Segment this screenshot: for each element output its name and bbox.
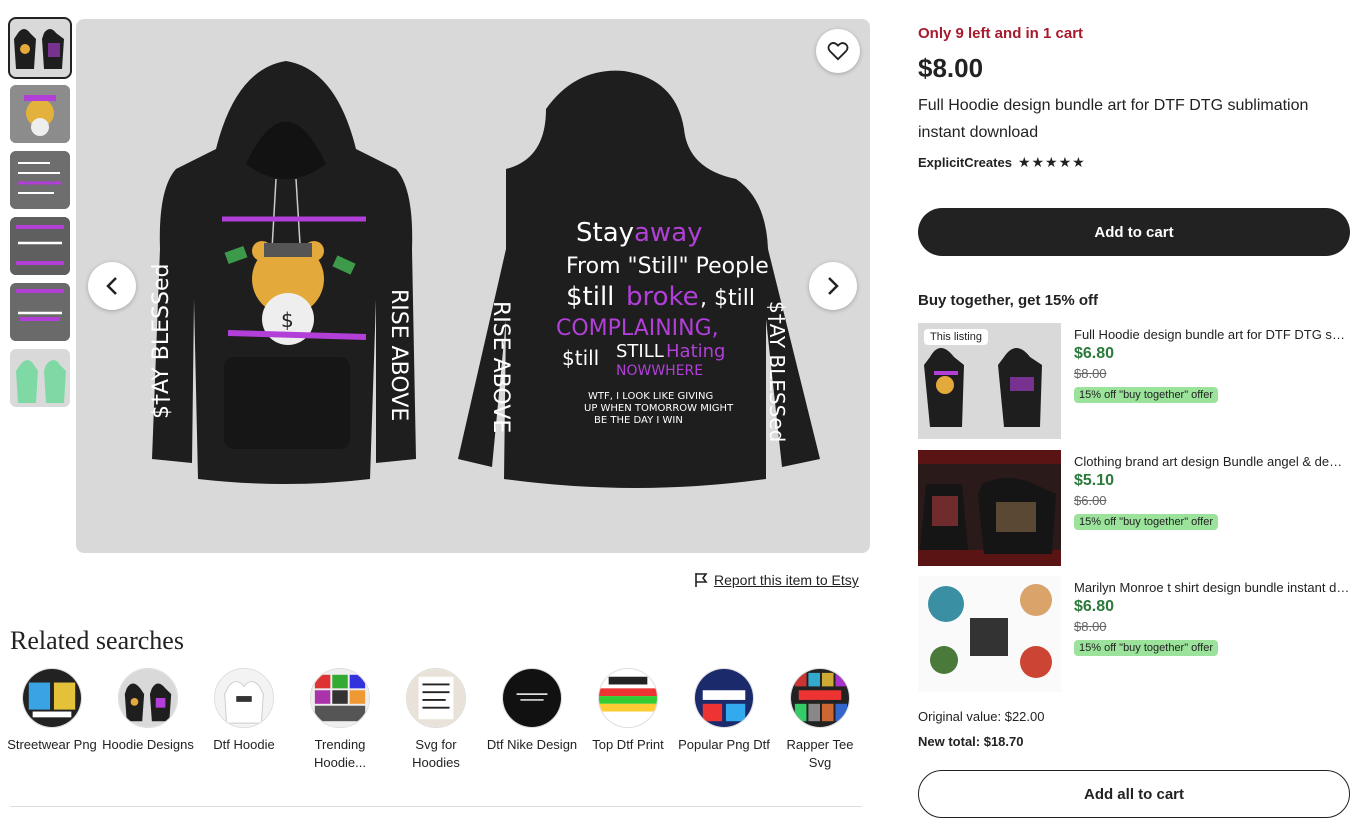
related-search-label: Trending Hoodie... xyxy=(313,737,367,770)
bundle-item-image xyxy=(918,576,1061,692)
related-search-image xyxy=(118,668,178,728)
thumbnail-3[interactable] xyxy=(10,151,70,209)
related-search-label: Svg for Hoodies xyxy=(412,737,460,770)
svg-text:$†AY BLESSed: $†AY BLESSed xyxy=(149,264,174,419)
product-price: $8.00 xyxy=(918,53,984,83)
thumbnail-6[interactable] xyxy=(10,349,70,407)
bundle-item-image xyxy=(918,450,1061,566)
thumbnail-1[interactable] xyxy=(8,17,72,79)
related-search-image xyxy=(310,668,370,728)
original-value: Original value: $22.00 xyxy=(918,709,1045,724)
related-search-item[interactable]: Top Dtf Print xyxy=(580,668,676,772)
related-search-item[interactable]: Dtf Nike Design xyxy=(484,668,580,772)
svg-text:$till: $till xyxy=(566,282,614,312)
bundle-offer-badge: 15% off "buy together" offer xyxy=(1074,640,1218,656)
svg-text:BE THE DAY I WIN: BE THE DAY I WIN xyxy=(594,415,683,426)
related-search-item[interactable]: Dtf Hoodie xyxy=(196,668,292,772)
new-total: New total: $18.70 xyxy=(918,734,1024,749)
related-search-image xyxy=(790,668,850,728)
related-search-label: Hoodie Designs xyxy=(102,737,194,752)
related-search-item[interactable]: Rapper Tee Svg xyxy=(772,668,868,772)
related-search-label: Dtf Hoodie xyxy=(213,737,275,752)
bundle-item-name: Clothing brand art design Bundle angel &… xyxy=(1074,454,1352,469)
hoodie-front: $ $†AY BLESSed RISE ABOVE xyxy=(149,61,416,484)
bundle-title: Buy together, get 15% off xyxy=(918,292,1099,309)
stock-note: Only 9 left and in 1 cart xyxy=(918,25,1084,42)
product-title: Full Hoodie design bundle art for DTF DT… xyxy=(918,97,1309,141)
bundle-offer-badge: 15% off "buy together" offer xyxy=(1074,514,1218,530)
svg-text:Hating: Hating xyxy=(666,341,725,362)
heart-icon xyxy=(827,42,849,61)
related-search-label: Popular Png Dtf xyxy=(678,737,770,752)
related-search-image xyxy=(694,668,754,728)
thumbnail-strip xyxy=(8,17,72,415)
bundle-item[interactable]: Clothing brand art design Bundle angel &… xyxy=(918,450,1358,566)
bundle-item-image: This listing xyxy=(918,323,1061,439)
bundle-item-old-price: $8.00 xyxy=(1074,366,1107,381)
bundle-item-name: Full Hoodie design bundle art for DTF DT… xyxy=(1074,327,1352,342)
svg-text:Stay: Stay xyxy=(576,218,634,248)
svg-text:, $till: , $till xyxy=(700,286,755,311)
bundle-item-name: Marilyn Monroe t shirt design bundle ins… xyxy=(1074,580,1352,595)
svg-text:broke: broke xyxy=(626,282,699,312)
svg-text:RISE ABOVE: RISE ABOVE xyxy=(386,289,411,421)
hoodie-illustration: $ $†AY BLESSed RISE ABOVE Stay away From… xyxy=(149,61,820,489)
related-search-item[interactable]: Svg for Hoodies xyxy=(388,668,484,772)
related-search-item[interactable]: Hoodie Designs xyxy=(100,668,196,772)
section-divider xyxy=(10,806,862,807)
svg-text:COMPLAINING,: COMPLAINING, xyxy=(556,316,719,341)
related-searches-list: Streetwear Png Hoodie Designs Dtf Hoodie… xyxy=(4,668,868,772)
related-search-image xyxy=(22,668,82,728)
svg-text:RISE ABOVE: RISE ABOVE xyxy=(488,301,513,433)
rating-stars: ★★★★★ xyxy=(1017,154,1086,170)
flag-icon xyxy=(695,573,708,587)
svg-text:away: away xyxy=(634,218,703,248)
svg-text:$: $ xyxy=(281,308,294,332)
report-link-text: Report this item to Etsy xyxy=(714,572,859,588)
hoodie-back: Stay away From "Still" People $till brok… xyxy=(458,70,820,489)
report-item-link[interactable]: Report this item to Etsy xyxy=(694,572,859,588)
related-search-label: Rapper Tee Svg xyxy=(786,737,854,770)
related-search-image xyxy=(214,668,274,728)
related-search-item[interactable]: Trending Hoodie... xyxy=(292,668,388,772)
svg-text:From "Still" People: From "Still" People xyxy=(566,254,769,279)
bundle-item[interactable]: Marilyn Monroe t shirt design bundle ins… xyxy=(918,576,1358,692)
related-search-item[interactable]: Popular Png Dtf xyxy=(676,668,772,772)
next-image-button[interactable] xyxy=(809,262,857,310)
related-search-label: Top Dtf Print xyxy=(592,737,664,752)
svg-text:$till: $till xyxy=(562,346,599,370)
previous-image-button[interactable] xyxy=(88,262,136,310)
related-search-item[interactable]: Streetwear Png xyxy=(4,668,100,772)
this-listing-tag: This listing xyxy=(924,329,988,345)
bundle-item-old-price: $8.00 xyxy=(1074,619,1107,634)
favorite-button[interactable] xyxy=(816,29,860,73)
chevron-right-icon xyxy=(828,277,839,295)
svg-text:STILL: STILL xyxy=(616,341,664,362)
svg-text:WTF, I LOOK LIKE GIVING: WTF, I LOOK LIKE GIVING xyxy=(588,391,713,402)
related-search-image xyxy=(598,668,658,728)
thumbnail-2[interactable] xyxy=(10,85,70,143)
bundle-item-price: $6.80 xyxy=(1074,345,1115,362)
bundle-offer-badge: 15% off "buy together" offer xyxy=(1074,387,1218,403)
bundle-item[interactable]: This listing Full Hoodie design bundle a… xyxy=(918,323,1358,439)
chevron-left-icon xyxy=(106,277,117,295)
add-all-to-cart-button[interactable]: Add all to cart xyxy=(918,770,1350,818)
related-search-image xyxy=(406,668,466,728)
svg-text:NOWWHERE: NOWWHERE xyxy=(616,363,703,379)
related-search-label: Dtf Nike Design xyxy=(486,737,578,752)
related-search-image xyxy=(502,668,562,728)
shop-info: ExplicitCreates ★★★★★ xyxy=(918,154,1086,171)
svg-text:UP WHEN TOMORROW MIGHT: UP WHEN TOMORROW MIGHT xyxy=(584,403,734,414)
bundle-item-price: $6.80 xyxy=(1074,598,1115,615)
main-product-image: $ $†AY BLESSed RISE ABOVE Stay away From… xyxy=(76,19,870,553)
thumbnail-4[interactable] xyxy=(10,217,70,275)
related-search-label: Streetwear Png xyxy=(7,737,97,752)
add-to-cart-button[interactable]: Add to cart xyxy=(918,208,1350,256)
svg-text:$†AY BLESSed: $†AY BLESSed xyxy=(765,301,789,442)
related-searches-title: Related searches xyxy=(10,626,184,655)
bundle-item-old-price: $6.00 xyxy=(1074,493,1107,508)
shop-name-link[interactable]: ExplicitCreates xyxy=(918,155,1012,170)
thumbnail-5[interactable] xyxy=(10,283,70,341)
bundle-item-price: $5.10 xyxy=(1074,472,1115,489)
